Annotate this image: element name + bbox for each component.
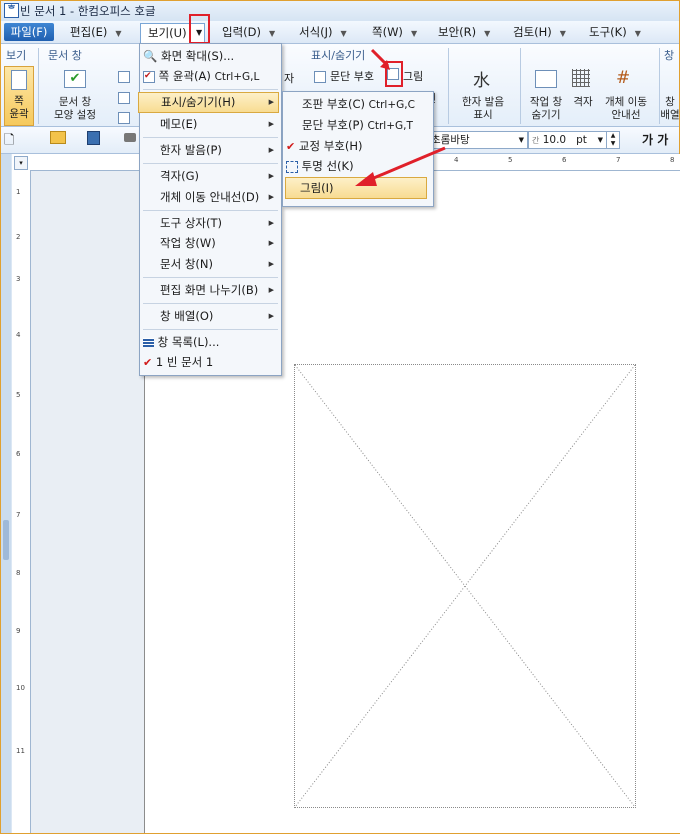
red-arrow-to-picture-item-icon xyxy=(355,146,446,186)
ribbon-checkbox-2[interactable] xyxy=(118,92,130,104)
page-outline-button[interactable]: 쪽 윤곽 xyxy=(4,66,34,126)
task-window-icon xyxy=(535,70,557,88)
left-side-strip xyxy=(1,154,11,833)
print-icon[interactable] xyxy=(124,133,136,142)
hwp-app-icon: ᄒ xyxy=(4,3,19,18)
ribbon-partial-label: 자 xyxy=(284,72,295,85)
checkmark-window-icon: ✔ xyxy=(64,70,86,88)
para-mark-checkbox[interactable] xyxy=(314,71,326,83)
document-margin-area xyxy=(31,171,144,833)
menu-review[interactable]: 검토(H) ▼ xyxy=(513,23,566,41)
bold-icon[interactable]: 가 가 xyxy=(642,131,668,148)
menu-item-zoom[interactable]: 🔍 화면 확대(S)... xyxy=(143,46,278,66)
menu-item-doc-1[interactable]: ✔ 1 빈 문서 1 xyxy=(143,352,278,372)
check-icon: ✔ xyxy=(143,356,153,369)
menu-item-doc-window[interactable]: 문서 창(N) ▶ xyxy=(143,254,278,274)
submenu-item-para-marks[interactable]: 문단 부호(P) Ctrl+G,T xyxy=(286,115,430,135)
transparent-line-icon xyxy=(286,160,298,173)
task-window-button[interactable]: 작업 창 숨기기 xyxy=(523,66,569,124)
picture-placeholder[interactable] xyxy=(294,364,636,808)
submenu-item-layout-marks[interactable]: 조판 부호(C) Ctrl+G,C xyxy=(286,94,430,114)
menu-item-task-window[interactable]: 작업 창(W) ▶ xyxy=(143,233,278,253)
doc-window-shape-button[interactable]: ✔ 문서 창 모양 설정 xyxy=(46,66,104,124)
grid-icon xyxy=(572,69,590,87)
menu-item-grid[interactable]: 격자(G) ▶ xyxy=(143,166,278,186)
menu-tools[interactable]: 도구(K) ▼ xyxy=(589,23,641,41)
red-arrow-to-picture-icon xyxy=(370,48,390,70)
menu-item-page-outline[interactable]: ✔ 쪽 윤곽(A) Ctrl+G,L xyxy=(143,66,278,86)
group-docwindow-title: 문서 창 xyxy=(48,49,82,62)
menu-format[interactable]: 서식(J) ▼ xyxy=(299,23,347,41)
menu-security[interactable]: 보안(R) ▼ xyxy=(438,23,490,41)
guideline-icon: # xyxy=(616,68,631,88)
menu-item-show-hide[interactable]: 표시/숨기기(H) ▶ xyxy=(138,92,279,113)
grid-button[interactable]: 격자 xyxy=(569,66,597,124)
new-doc-icon[interactable]: 🗋 xyxy=(4,131,14,153)
hanja-pron-button[interactable]: 水 한자 발음 표시 xyxy=(456,66,510,124)
menu-item-window-arrange[interactable]: 창 배열(O) ▶ xyxy=(143,306,278,326)
font-size-select[interactable]: 간 10.0 pt ▼ xyxy=(528,131,607,149)
window-arrange-button[interactable]: 창 배열 xyxy=(660,96,680,122)
vertical-ruler-numbers: 1 2 3 4 5 6 7 8 9 10 11 xyxy=(16,188,25,755)
horizontal-ruler-numbers: 4 5 6 7 8 xyxy=(454,156,675,164)
menu-item-toolbox[interactable]: 도구 상자(T) ▶ xyxy=(143,213,278,233)
view-menu-arrow-highlight[interactable]: ▼ xyxy=(189,14,210,44)
font-size-spinner[interactable]: ▲ ▼ xyxy=(606,131,620,149)
hanja-icon: 水 xyxy=(473,71,490,91)
open-folder-icon[interactable] xyxy=(50,131,66,144)
menu-file[interactable]: 파일(F) xyxy=(4,23,54,41)
side-panel-handle[interactable] xyxy=(3,520,9,560)
group-window-title: 창 xyxy=(664,49,675,62)
ruler-corner-button[interactable]: ▾ xyxy=(14,156,28,170)
save-icon[interactable] xyxy=(87,131,100,145)
menu-item-window-list[interactable]: 창 목록(L)... xyxy=(143,332,278,352)
zoom-icon: 🔍 xyxy=(143,49,158,63)
menu-edit[interactable]: 편집(E) ▼ xyxy=(70,23,122,41)
menu-insert[interactable]: 입력(D) ▼ xyxy=(222,23,275,41)
group-showhide-title: 표시/숨기기 xyxy=(311,49,366,62)
check-icon: ✔ xyxy=(286,140,296,153)
menu-item-memo[interactable]: 메모(E) ▶ xyxy=(143,114,278,134)
menu-item-split-view[interactable]: 편집 화면 나누기(B) ▶ xyxy=(143,280,278,300)
view-menu-dropdown: 🔍 화면 확대(S)... ✔ 쪽 윤곽(A) Ctrl+G,L 표시/숨기기(… xyxy=(138,43,282,376)
menu-item-object-guide[interactable]: 개체 이동 안내선(D) ▶ xyxy=(143,187,278,207)
object-guide-button[interactable]: # 개체 이동 안내선 xyxy=(598,66,654,124)
window-list-icon xyxy=(143,338,154,347)
group-view-title: 보기 xyxy=(6,49,27,62)
ribbon-checkbox-3[interactable] xyxy=(118,112,130,124)
menu-item-hanja-pron[interactable]: 한자 발음(P) ▶ xyxy=(143,140,278,160)
page-outline-icon xyxy=(11,70,27,90)
page-outline-icon: ✔ xyxy=(143,70,155,83)
menu-page[interactable]: 쪽(W) ▼ xyxy=(372,23,417,41)
picture-label: 그림 xyxy=(403,70,424,83)
window-title: 빈 문서 1 - 한컴오피스 호글 xyxy=(20,4,156,18)
ribbon-checkbox-1[interactable] xyxy=(118,71,130,83)
